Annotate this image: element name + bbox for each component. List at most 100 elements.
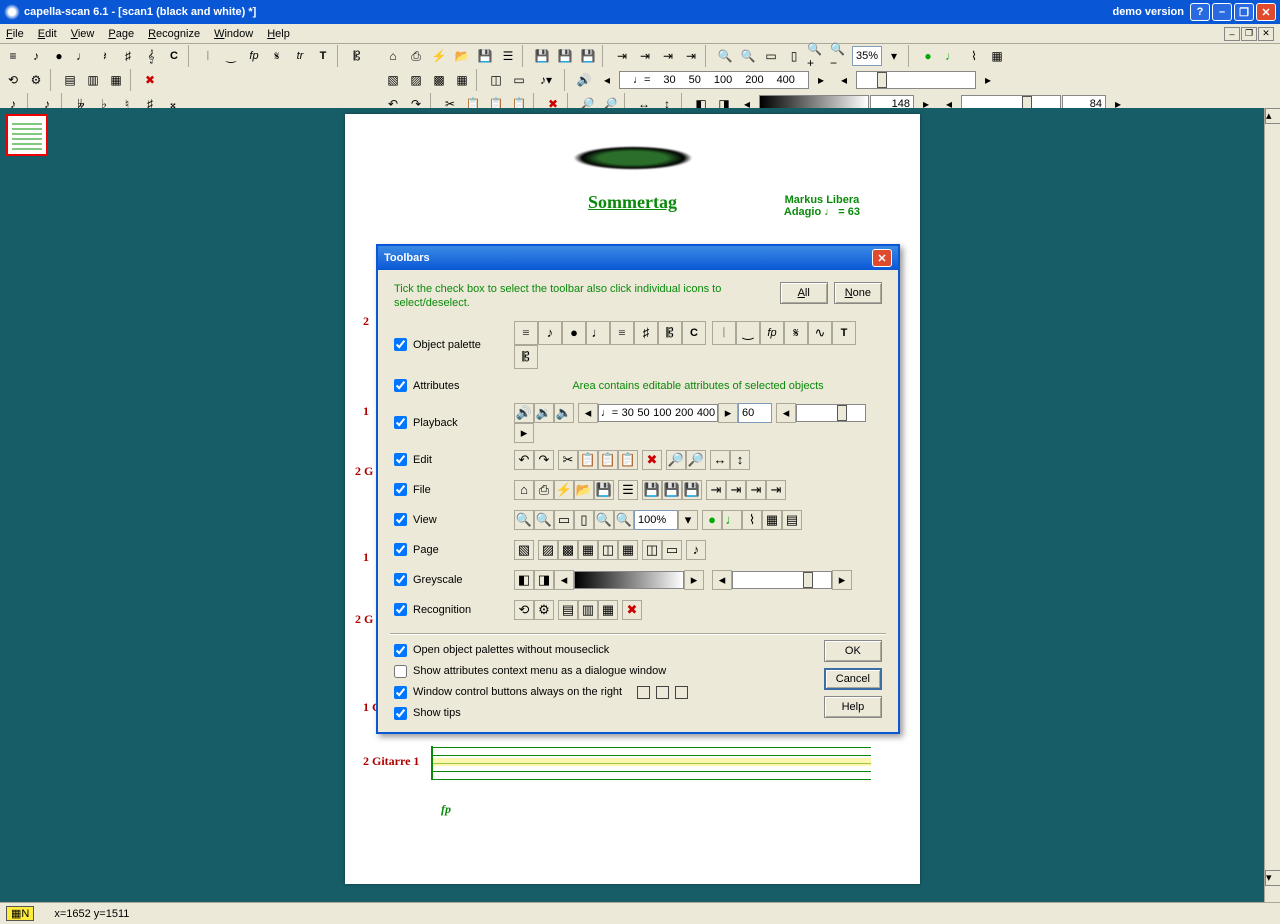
opt-show-attr-ctx[interactable]: Show attributes context menu as a dialog… xyxy=(394,665,882,678)
cancel-button[interactable]: Cancel xyxy=(824,668,882,690)
zoom-minus-icon[interactable]: 🔍− xyxy=(829,45,851,67)
menu-page[interactable]: Page xyxy=(108,28,134,40)
zoom-fit-icon[interactable]: ▭ xyxy=(760,45,782,67)
export3-icon[interactable]: ⇥ xyxy=(657,45,679,67)
preview-page[interactable]: ▧ ▨▩▦◫ ▦ ◫▭♪ xyxy=(514,540,882,560)
brush-icon[interactable]: ⌇ xyxy=(963,45,985,67)
save-green-icon[interactable]: 💾 xyxy=(531,45,553,67)
arrow-right-icon[interactable]: ▸ xyxy=(810,69,832,91)
menu-recognize[interactable]: Recognize xyxy=(148,28,200,40)
staff-lines-icon[interactable]: ≡ xyxy=(2,45,24,67)
text-icon[interactable]: T xyxy=(312,45,334,67)
page-d-icon[interactable]: ▦ xyxy=(451,69,473,91)
record-icon[interactable]: ● xyxy=(917,45,939,67)
help-button[interactable]: ? xyxy=(1190,3,1210,21)
playback-ruler[interactable]: ♩=3050 100200400 xyxy=(619,71,809,89)
ok-button[interactable]: OK xyxy=(824,640,882,662)
page-thumbnail[interactable] xyxy=(6,114,48,156)
timesig-c-icon[interactable]: C xyxy=(163,45,185,67)
page-c-icon[interactable]: ▩ xyxy=(428,69,450,91)
save-all-icon[interactable]: 💾 xyxy=(554,45,576,67)
tempo-combo[interactable]: 60 xyxy=(738,403,772,423)
open-icon[interactable]: 📂 xyxy=(451,45,473,67)
export-icon[interactable]: ⇥ xyxy=(611,45,633,67)
close-button[interactable]: ✕ xyxy=(1256,3,1276,21)
notehead-icon[interactable]: ● xyxy=(48,45,70,67)
scroll-up-icon[interactable]: ▴ xyxy=(1265,108,1280,124)
vertical-scrollbar[interactable]: ▴ ▾ xyxy=(1264,108,1280,902)
props-icon[interactable]: ▤ xyxy=(59,69,81,91)
preview-playback[interactable]: 🔊🔉🔈 ◂ ♩=3050100200400 ▸ 60 ◂ ▸ xyxy=(514,403,882,443)
props2-icon[interactable]: ▥ xyxy=(82,69,104,91)
tie-icon[interactable]: ‿ xyxy=(220,45,242,67)
twain-icon[interactable]: ⎙ xyxy=(405,45,427,67)
mdi-minimize-icon[interactable]: – xyxy=(1224,27,1240,41)
export2-icon[interactable]: ⇥ xyxy=(634,45,656,67)
zoom-out-icon[interactable]: 🔍 xyxy=(737,45,759,67)
save-multi-icon[interactable]: 💾 xyxy=(577,45,599,67)
zoom-combo[interactable]: 35% xyxy=(852,46,882,66)
page-g-icon[interactable]: ♪▾ xyxy=(531,69,561,91)
barline-icon[interactable]: 𝄀 xyxy=(197,45,219,67)
dialog-titlebar[interactable]: Toolbars ✕ xyxy=(378,246,898,270)
minimize-button[interactable]: – xyxy=(1212,3,1232,21)
trill-icon[interactable]: tr xyxy=(289,45,311,67)
staff[interactable] xyxy=(431,746,871,780)
zoom-in-icon[interactable]: 🔍 xyxy=(714,45,736,67)
dynamic-fp-icon[interactable]: fp xyxy=(243,45,265,67)
page-f-icon[interactable]: ▭ xyxy=(508,69,530,91)
all-button[interactable]: All xyxy=(780,282,828,304)
scroll-down-icon[interactable]: ▾ xyxy=(1265,870,1280,886)
help-button[interactable]: Help xyxy=(824,696,882,718)
export4-icon[interactable]: ⇥ xyxy=(680,45,702,67)
delete-icon[interactable]: ✖ xyxy=(139,69,161,91)
preview-file[interactable]: ⌂⎙⚡📂💾 ☰ 💾💾💾 ⇥⇥⇥⇥ xyxy=(514,480,882,500)
maximize-button[interactable]: ❐ xyxy=(1234,3,1254,21)
chk-view[interactable]: View xyxy=(394,513,504,526)
save-icon[interactable]: 💾 xyxy=(474,45,496,67)
wizard-icon[interactable]: ⚡ xyxy=(428,45,450,67)
chk-playback[interactable]: Playback xyxy=(394,416,504,429)
preview-recognition[interactable]: ⟲⚙ ▤▥▦ ✖ xyxy=(514,600,882,620)
chk-attributes[interactable]: Attributes xyxy=(394,379,504,392)
chk-greyscale[interactable]: Greyscale xyxy=(394,573,504,586)
list-icon[interactable]: ☰ xyxy=(497,45,519,67)
opt-win-ctrl[interactable]: Window control buttons always on the rig… xyxy=(394,686,882,699)
vol-right-icon[interactable]: ▸ xyxy=(977,69,999,91)
props3-icon[interactable]: ▦ xyxy=(105,69,127,91)
menu-view[interactable]: View xyxy=(71,28,95,40)
palette-icon[interactable]: ▦ xyxy=(986,45,1008,67)
sharp-icon[interactable]: ♯ xyxy=(117,45,139,67)
opt-open-palettes[interactable]: Open object palettes without mouseclick xyxy=(394,644,882,657)
zoom-plus-icon[interactable]: 🔍+ xyxy=(806,45,828,67)
page-rotate-icon[interactable]: ⟲ xyxy=(2,69,24,91)
speaker-icon[interactable]: 🔊 xyxy=(573,69,595,91)
segno-icon[interactable]: 𝄋 xyxy=(266,45,288,67)
zoom-dropdown-icon[interactable]: ▾ xyxy=(883,45,905,67)
opt-show-tips[interactable]: Show tips xyxy=(394,707,882,720)
view-zoom-combo[interactable]: 100% xyxy=(634,510,678,530)
stem-icon[interactable]: ♩ xyxy=(71,45,93,67)
mdi-close-icon[interactable]: ✕ xyxy=(1258,27,1274,41)
preview-edit[interactable]: ↶↷ ✂📋📋📋 ✖ 🔎🔎 ↔↕ xyxy=(514,450,882,470)
chk-file[interactable]: File xyxy=(394,483,504,496)
chk-page[interactable]: Page xyxy=(394,543,504,556)
alto-clef-icon[interactable]: 𝄡 xyxy=(346,45,368,67)
recognize-icon[interactable]: ⚙ xyxy=(25,69,47,91)
play-note-icon[interactable]: ♩ xyxy=(940,45,962,67)
volume-slider[interactable] xyxy=(856,71,976,89)
menu-window[interactable]: Window xyxy=(214,28,253,40)
vol-left-icon[interactable]: ◂ xyxy=(833,69,855,91)
clef-icon[interactable]: 𝄞 xyxy=(140,45,162,67)
menu-edit[interactable]: Edit xyxy=(38,28,57,40)
preview-object-palette[interactable]: ≡♪●♩ ≡♯𝄡C 𝄀‿fp𝄋 ∿T 𝄡 xyxy=(514,321,882,369)
zoom-page-icon[interactable]: ▯ xyxy=(783,45,805,67)
none-button[interactable]: None xyxy=(834,282,882,304)
preview-view[interactable]: 🔍🔍▭▯ 🔍🔍 100%▾ ●♩ ⌇▦▤ xyxy=(514,510,882,530)
preview-greyscale[interactable]: ◧◨ ◂▸ ◂▸ xyxy=(514,570,882,590)
dialog-close-button[interactable]: ✕ xyxy=(872,249,892,267)
mdi-restore-icon[interactable]: ❐ xyxy=(1241,27,1257,41)
chk-recognition[interactable]: Recognition xyxy=(394,603,504,616)
menu-help[interactable]: Help xyxy=(267,28,290,40)
menu-file[interactable]: File xyxy=(6,28,24,40)
